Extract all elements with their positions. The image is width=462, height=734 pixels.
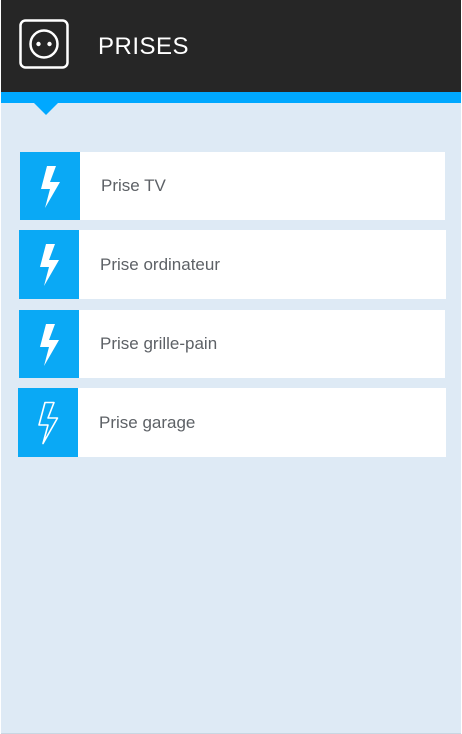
- app-screen: PRISES Prise TV Prise ordinateur Prise g…: [1, 0, 461, 734]
- accent-pointer: [34, 103, 58, 115]
- outlet-label: Prise ordinateur: [100, 254, 221, 274]
- outlet-icon-tile: [19, 230, 79, 299]
- lightning-bolt-icon: [40, 244, 59, 286]
- lightning-bolt-icon: [40, 324, 59, 366]
- outlet-label: Prise grille-pain: [100, 334, 218, 353]
- outlet-icon-tile: [20, 152, 80, 220]
- accent-bar: [1, 92, 461, 103]
- page-title: PRISES: [98, 33, 190, 60]
- outlet-item-garage[interactable]: Prise garage: [18, 388, 446, 457]
- outlet-icon-tile: [19, 310, 79, 378]
- outlet-item-ordinateur[interactable]: Prise ordinateur: [19, 230, 446, 299]
- outlet-label: Prise TV: [101, 176, 166, 195]
- outlet-icon-tile: [18, 388, 78, 457]
- lightning-bolt-icon: [41, 166, 60, 208]
- outlet-label: Prise garage: [99, 412, 196, 432]
- header-bar: PRISES: [1, 0, 461, 92]
- lightning-bolt-outline-icon: [38, 401, 59, 445]
- power-socket-icon: [19, 19, 69, 69]
- outlet-item-grille-pain[interactable]: Prise grille-pain: [19, 310, 445, 378]
- outlet-item-tv[interactable]: Prise TV: [20, 152, 445, 220]
